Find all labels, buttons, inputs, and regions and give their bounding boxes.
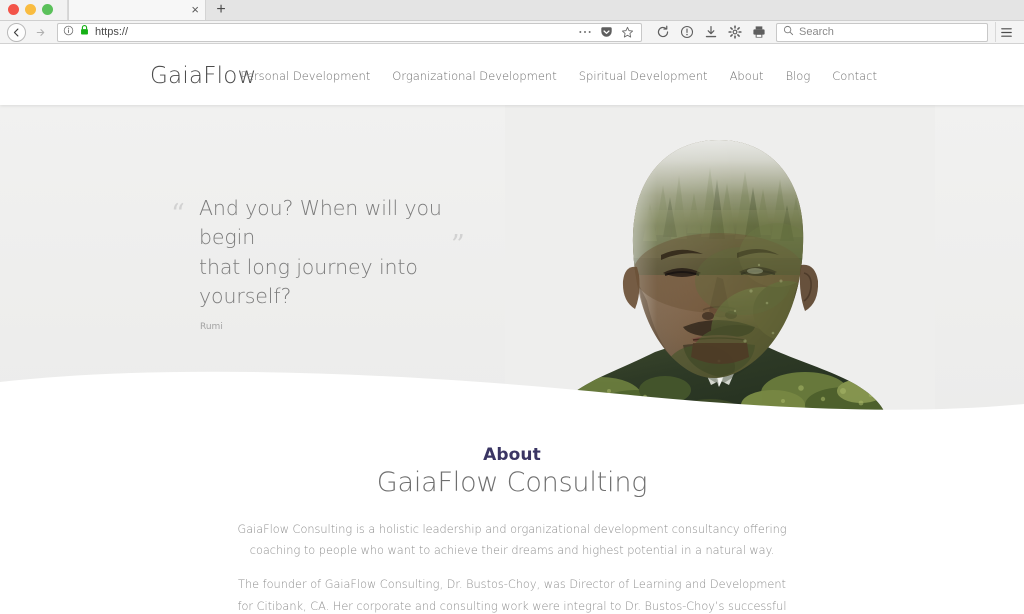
nav-item-contact[interactable]: Contact [832, 69, 877, 83]
search-placeholder: Search [799, 26, 834, 38]
reader-info-icon[interactable] [679, 25, 694, 40]
hero-quote-author: Rumi [200, 322, 223, 333]
about-body: GaiaFlow Consulting is a holistic leader… [232, 519, 792, 614]
close-tab-icon[interactable]: × [191, 3, 199, 16]
url-text: https:// [95, 26, 129, 38]
window-traffic-lights [0, 0, 68, 20]
page-actions-ellipsis-icon[interactable] [578, 29, 592, 35]
pocket-icon[interactable] [600, 26, 613, 39]
nav-item-blog[interactable]: Blog [786, 69, 811, 83]
hero-quote-line-2: that long journey into yourself? [199, 254, 418, 308]
about-paragraph-2: The founder of GaiaFlow Consulting, Dr. … [237, 578, 787, 613]
gear-icon[interactable] [727, 25, 742, 40]
browser-toolbar: https:// Search [0, 21, 1024, 44]
about-title: GaiaFlow Consulting [376, 467, 648, 498]
nav-item-about[interactable]: About [730, 69, 764, 83]
web-page: GaiaFlow Personal Development Organizati… [0, 46, 1024, 614]
main-navigation: Personal Development Organizational Deve… [240, 69, 877, 83]
print-icon[interactable] [751, 25, 766, 40]
info-icon[interactable] [63, 23, 74, 41]
tab-strip-empty-area [236, 0, 1024, 20]
address-bar[interactable]: https:// [57, 22, 642, 42]
new-tab-button[interactable]: + [206, 0, 236, 20]
browser-tab[interactable]: × [68, 0, 206, 20]
download-icon[interactable] [703, 25, 718, 40]
hero-portrait-image [505, 105, 935, 418]
search-bar[interactable]: Search [776, 22, 988, 42]
tab-strip: × + [0, 0, 1024, 21]
browser-window: × + https:// Search GaiaFlow Personal De… [0, 0, 1024, 614]
hero-quote-block: “ ” And you? When will you begin that lo… [171, 194, 501, 332]
zoom-window-button[interactable] [42, 4, 53, 15]
lock-icon[interactable] [79, 23, 90, 41]
reload-icon[interactable] [655, 25, 670, 40]
open-quote-mark: “ [171, 199, 185, 230]
nav-item-organizational-development[interactable]: Organizational Development [392, 69, 556, 83]
minimize-window-button[interactable] [25, 4, 36, 15]
nav-item-personal-development[interactable]: Personal Development [240, 69, 370, 83]
nav-item-spiritual-development[interactable]: Spiritual Development [579, 69, 708, 83]
site-header: GaiaFlow Personal Development Organizati… [0, 46, 1024, 105]
about-section: About GaiaFlow Consulting GaiaFlow Consu… [0, 418, 1024, 614]
search-icon [783, 23, 794, 41]
close-window-button[interactable] [8, 4, 19, 15]
forward-arrow-icon[interactable] [30, 22, 50, 42]
close-quote-mark: ” [451, 230, 465, 261]
about-paragraph-1: GaiaFlow Consulting is a holistic leader… [237, 523, 787, 558]
back-arrow-icon[interactable] [7, 22, 26, 42]
hamburger-menu-icon[interactable] [995, 22, 1017, 42]
toolbar-icon-group [649, 25, 772, 40]
about-kicker: About [483, 445, 541, 465]
star-icon[interactable] [621, 26, 634, 39]
hero-section: “ ” And you? When will you begin that lo… [0, 105, 1024, 418]
